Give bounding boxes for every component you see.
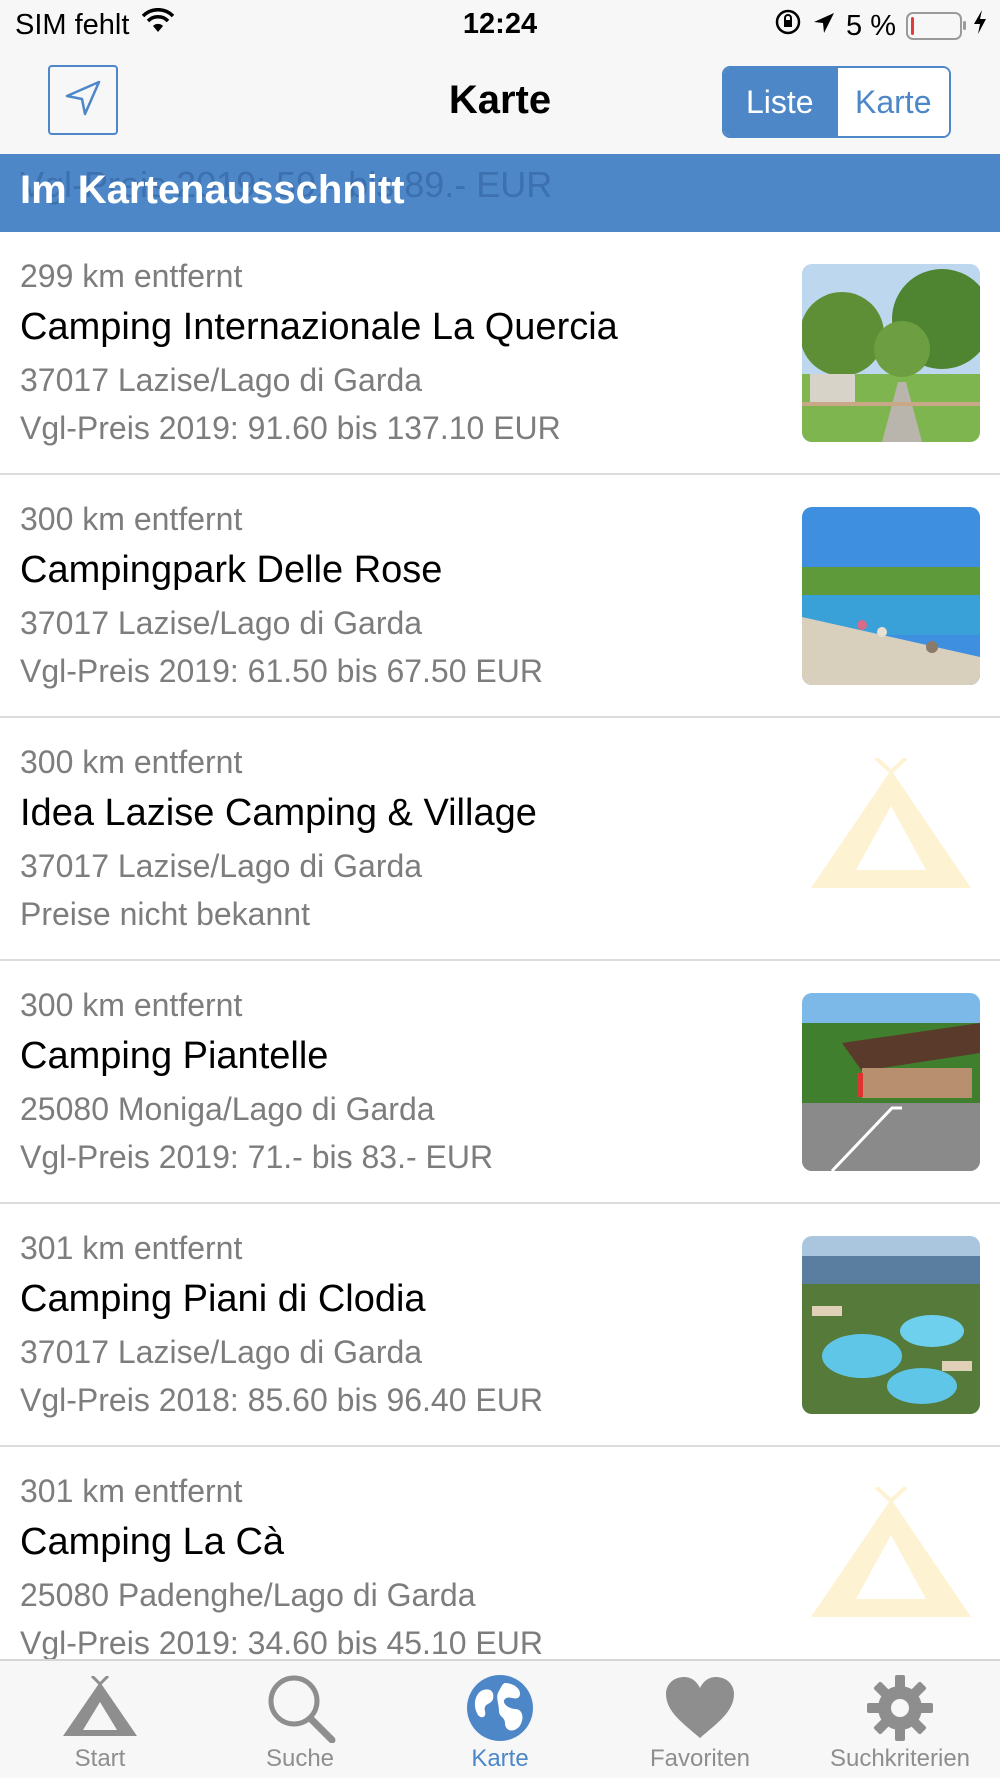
navigation-bar: Karte Liste Karte (0, 50, 1000, 154)
campsite-price: Vgl-Preis 2019: 61.50 bis 67.50 EUR (20, 653, 543, 689)
campsite-price: Vgl-Preis 2018: 85.60 bis 96.40 EUR (20, 1382, 543, 1418)
battery-icon (906, 12, 966, 40)
campsite-address: 37017 Lazise/Lago di Garda (20, 605, 423, 641)
campsite-price: Vgl-Preis 2019: 71.- bis 83.- EUR (20, 1139, 494, 1175)
segment-karte[interactable]: Karte (835, 68, 949, 136)
section-header: Vgl-Preis 2019: 59.- bis 89.- EUR Im Kar… (0, 154, 1000, 232)
location-services-icon (812, 10, 836, 43)
campsite-name: Camping Piani di Clodia (20, 1278, 426, 1320)
tab-label: Start (74, 1745, 126, 1772)
orientation-lock-icon (774, 8, 802, 44)
campsite-address: 37017 Lazise/Lago di Garda (20, 1334, 423, 1370)
globe-icon (461, 1673, 539, 1743)
campsite-name: Camping Piantelle (20, 1035, 329, 1077)
campsite-row[interactable]: 301 km entfernt Camping La Cà 25080 Pade… (0, 1447, 1000, 1659)
tab-suchkriterien[interactable]: Suchkriterien (800, 1661, 1000, 1778)
tab-karte[interactable]: Karte (400, 1661, 600, 1778)
search-icon (261, 1673, 339, 1743)
battery-level (911, 17, 914, 35)
campsite-address: 37017 Lazise/Lago di Garda (20, 362, 423, 398)
tent-icon (61, 1673, 139, 1743)
view-segmented-control[interactable]: Liste Karte (722, 66, 951, 138)
tab-start[interactable]: Start (0, 1661, 200, 1778)
section-title: Im Kartenausschnitt (20, 168, 405, 212)
tab-bar: Start Suche Karte Favoriten Suchkriterie… (0, 1659, 1000, 1778)
tab-label: Suche (265, 1745, 335, 1772)
distance-label: 299 km entfernt (20, 258, 243, 294)
tab-label: Favoriten (649, 1745, 751, 1772)
campsite-thumbnail (802, 1236, 980, 1414)
campsite-address: 25080 Moniga/Lago di Garda (20, 1091, 435, 1127)
campsite-price: Preise nicht bekannt (20, 896, 310, 932)
campsite-row[interactable]: 301 km entfernt Camping Piani di Clodia … (0, 1204, 1000, 1447)
battery-percent: 5 % (846, 9, 896, 42)
campsite-name: Camping La Cà (20, 1521, 285, 1563)
tab-suche[interactable]: Suche (200, 1661, 400, 1778)
distance-label: 300 km entfernt (20, 501, 243, 537)
campsite-thumbnail (802, 264, 980, 442)
campsite-address: 37017 Lazise/Lago di Garda (20, 848, 423, 884)
distance-label: 301 km entfernt (20, 1473, 243, 1509)
tent-placeholder-icon (806, 1485, 976, 1627)
distance-label: 300 km entfernt (20, 987, 243, 1023)
tab-label: Karte (471, 1745, 529, 1772)
tab-label: Suchkriterien (829, 1745, 971, 1772)
campsite-name: Idea Lazise Camping & Village (20, 792, 537, 834)
gear-icon (861, 1673, 939, 1743)
campsite-price: Vgl-Preis 2019: 34.60 bis 45.10 EUR (20, 1625, 543, 1659)
campsite-thumbnail (802, 993, 980, 1171)
campsite-name: Campingpark Delle Rose (20, 549, 443, 591)
tab-favoriten[interactable]: Favoriten (600, 1661, 800, 1778)
campsite-row[interactable]: 299 km entfernt Camping Internazionale L… (0, 232, 1000, 475)
distance-label: 301 km entfernt (20, 1230, 243, 1266)
campsite-price: Vgl-Preis 2019: 91.60 bis 137.10 EUR (20, 410, 561, 446)
campsite-list[interactable]: 299 km entfernt Camping Internazionale L… (0, 232, 1000, 1659)
campsite-name: Camping Internazionale La Quercia (20, 306, 618, 348)
campsite-row[interactable]: 300 km entfernt Idea Lazise Camping & Vi… (0, 718, 1000, 961)
tent-placeholder-icon (806, 756, 976, 898)
charging-icon (972, 9, 988, 43)
segment-liste[interactable]: Liste (724, 68, 836, 136)
campsite-address: 25080 Padenghe/Lago di Garda (20, 1577, 476, 1613)
campsite-row[interactable]: 300 km entfernt Campingpark Delle Rose 3… (0, 475, 1000, 718)
distance-label: 300 km entfernt (20, 744, 243, 780)
campsite-row[interactable]: 300 km entfernt Camping Piantelle 25080 … (0, 961, 1000, 1204)
campsite-thumbnail (802, 507, 980, 685)
status-bar: SIM fehlt 12:24 5 % (0, 0, 1000, 50)
heart-icon (661, 1673, 739, 1743)
